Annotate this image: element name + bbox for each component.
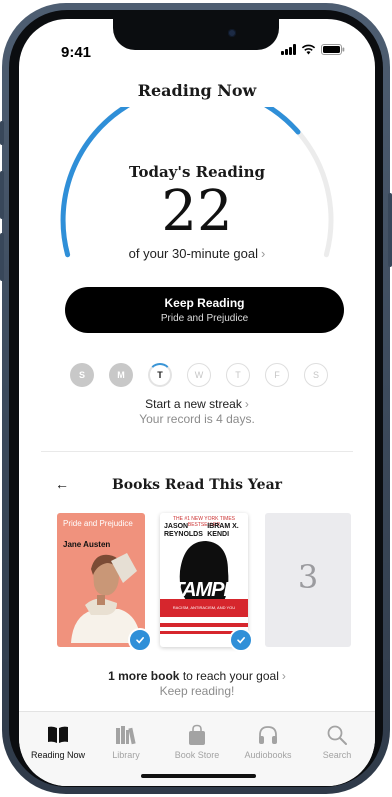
camera-icon: [228, 29, 236, 37]
tab-book-store[interactable]: Book Store: [164, 724, 230, 760]
goal-remaining-link[interactable]: 1 more book to reach your goal ›: [19, 669, 375, 683]
tab-search[interactable]: Search: [304, 724, 370, 760]
book-cover-pride-and-prejudice[interactable]: Pride and Prejudice Jane Austen: [57, 513, 145, 647]
tab-audiobooks[interactable]: Audiobooks: [235, 724, 301, 760]
shopping-bag-icon: [189, 724, 205, 745]
volume-down-button: [0, 233, 4, 281]
book-subtitle: RACISM, ANTIRACISM, AND YOU: [172, 605, 236, 610]
keep-reading-button[interactable]: Keep Reading Pride and Prejudice: [65, 287, 344, 333]
volume-up-button: [0, 171, 4, 219]
current-book-title: Pride and Prejudice: [160, 313, 249, 324]
keep-reading-label: Keep Reading: [164, 296, 245, 310]
encourage-text: Keep reading!: [159, 684, 235, 698]
power-button: [388, 193, 392, 267]
notch: [113, 19, 279, 50]
book-open-icon: [48, 726, 68, 743]
chevron-right-icon: ›: [244, 397, 249, 411]
tab-label: Reading Now: [30, 750, 86, 760]
battery-icon: [321, 44, 345, 55]
tab-label: Library: [112, 750, 140, 760]
status-icons: [281, 44, 345, 55]
reading-minutes-value: 22: [161, 179, 233, 244]
cellular-signal-icon: [281, 44, 296, 55]
day-thursday: T: [226, 363, 250, 387]
tab-label: Audiobooks: [244, 750, 292, 760]
tab-reading-now[interactable]: Reading Now: [25, 724, 91, 760]
day-sunday: S: [70, 363, 94, 387]
streak-title: Start a new streak: [145, 397, 242, 411]
goal-remaining-text: to reach your goal: [182, 669, 279, 683]
screen: 9:41 Reading Now Today's Reading 22 of y…: [19, 19, 375, 786]
day-saturday: S: [304, 363, 328, 387]
checkmark-icon: [128, 628, 152, 652]
placeholder-number: 3: [297, 558, 319, 596]
tab-label: Search: [322, 750, 352, 760]
tab-label: Book Store: [174, 750, 220, 760]
tab-library[interactable]: Library: [93, 724, 159, 760]
headphones-icon: [259, 726, 277, 744]
book-cover-stamped[interactable]: THE #1 NEW YORK TIMES BESTSELLER JASON R…: [160, 513, 248, 647]
reading-goal-link[interactable]: of your 30-minute goal ›: [19, 246, 375, 261]
search-icon: [327, 725, 347, 745]
day-friday: F: [265, 363, 289, 387]
library-icon: [116, 726, 136, 745]
chevron-right-icon: ›: [281, 669, 286, 683]
day-monday: M: [109, 363, 133, 387]
mute-switch: [0, 121, 4, 145]
streak-record: Your record is 4 days.: [139, 412, 255, 426]
day-wednesday: W: [187, 363, 211, 387]
weekly-streak-days: S M T W T F S: [70, 363, 328, 387]
day-tuesday: T: [148, 363, 172, 387]
status-time: 9:41: [61, 44, 92, 61]
portrait-illustration: [71, 553, 141, 643]
goal-remaining-bold: 1 more book: [108, 669, 180, 683]
streak-link[interactable]: Start a new streak ›: [19, 397, 375, 411]
page-title: Reading Now: [137, 81, 257, 100]
reading-goal-text: of your 30-minute goal: [128, 246, 258, 261]
section-divider: [41, 451, 353, 452]
phone-frame: 9:41 Reading Now Today's Reading 22 of y…: [0, 3, 392, 794]
chevron-right-icon: ›: [261, 246, 266, 261]
wifi-icon: [301, 44, 316, 55]
checkmark-icon: [229, 628, 253, 652]
next-book-placeholder: 3: [265, 513, 351, 647]
books-read-title: Books Read This Year: [111, 477, 283, 493]
home-indicator: [141, 774, 256, 778]
book-title: STAMPED: [160, 579, 248, 601]
